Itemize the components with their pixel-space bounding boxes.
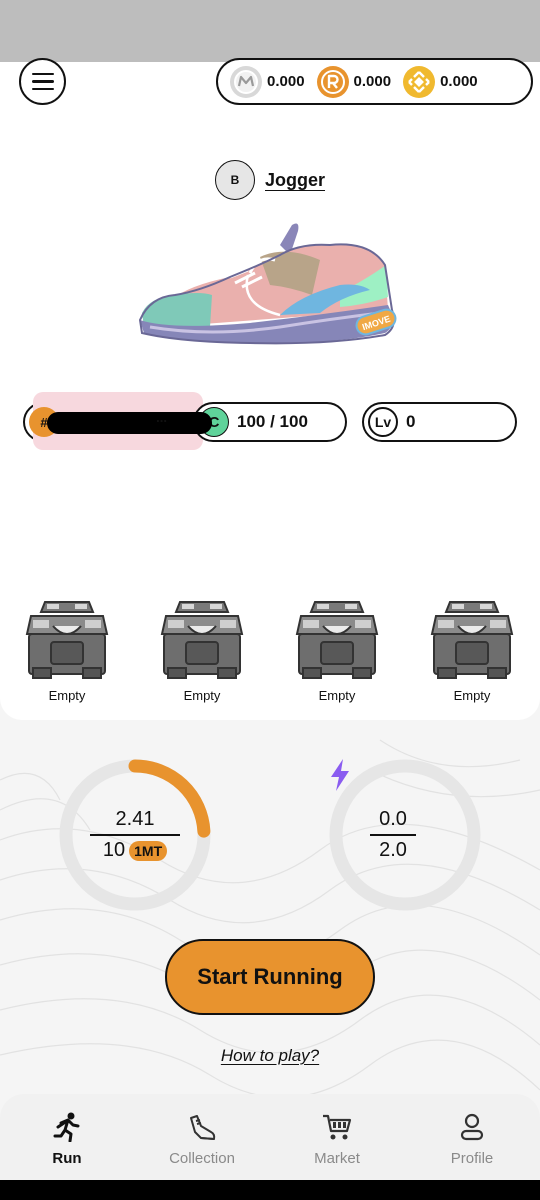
r-value: 0.000 [353,73,392,90]
menu-icon-line [31,72,54,76]
energy-bolt-icon [331,759,349,791]
wallet-balance[interactable]: 0.000 0.000 0.000 [216,58,533,105]
tab-market[interactable]: Market [287,1112,387,1168]
rarity-badge: B [215,160,255,200]
earnings-ring[interactable]: 2.41 10 1MT [59,759,211,911]
how-to-play-link[interactable]: How to play? [0,1046,540,1066]
menu-icon-line [31,87,54,91]
sneaker-id-pill[interactable]: # ... [23,392,212,450]
level-value: 0 [406,412,416,431]
bnb-coin-icon [403,65,436,98]
mystery-box-slot[interactable]: Empty [22,598,112,703]
cart-icon [323,1114,352,1140]
gmt-balance: 0.000 [230,65,305,98]
tab-collection[interactable]: Collection [152,1112,252,1168]
box-label: Empty [48,688,86,703]
token-badge: 1MT [129,840,168,861]
chest-icon [160,601,244,679]
redacted-id [47,412,212,434]
r-coin-icon [316,65,349,98]
earnings-divider [90,834,180,836]
sneaker-icon [190,1115,216,1140]
mystery-box-slot[interactable]: Empty [292,598,382,703]
gmt-value: 0.000 [267,73,305,90]
earnings-current: 2.41 [115,808,155,830]
sneaker-header: B Jogger [215,160,325,200]
start-running-button[interactable]: Start Running [165,939,375,1015]
level-pill[interactable]: Lv 0 [362,402,517,442]
id-ellipsis: ... [156,410,167,425]
energy-current: 0.0 [379,808,407,830]
chest-icon [430,601,514,679]
bnb-balance: 0.000 [403,65,478,98]
menu-button[interactable] [19,58,66,105]
earnings-cap: 10 1MT [102,839,168,862]
tab-run[interactable]: Run [17,1112,117,1168]
earnings-readout: 2.41 10 1MT [59,759,211,911]
mystery-box-slot[interactable]: Empty [157,598,247,703]
earnings-max: 10 [102,839,126,861]
comfort-pill[interactable]: C 100 / 100 [193,402,347,442]
energy-readout: 0.0 2.0 [329,759,481,911]
comfort-value: 100 / 100 [237,412,308,431]
energy-ring[interactable]: 0.0 2.0 [329,759,481,911]
chest-icon [295,601,379,679]
profile-icon [460,1113,484,1141]
energy-divider [370,834,416,836]
energy-max: 2.0 [379,839,407,861]
box-label: Empty [318,688,356,703]
tab-run-label: Run [52,1150,82,1167]
status-bar [0,0,540,62]
box-label: Empty [183,688,221,703]
box-label: Empty [453,688,491,703]
mystery-box-slot[interactable]: Empty [427,598,517,703]
sneaker-type[interactable]: Jogger [265,170,325,191]
level-icon: Lv [368,407,398,437]
run-icon [53,1112,80,1142]
r-balance: 0.000 [316,65,392,98]
tab-profile-label: Profile [450,1150,494,1167]
bottom-tab-bar: Run Collection Market Profile [0,1094,540,1180]
menu-icon-line [31,80,54,83]
gmt-coin-icon [230,65,262,98]
sneaker-image[interactable]: IMOVE [130,215,410,355]
chest-icon [25,601,109,679]
tab-market-label: Market [314,1150,360,1167]
bnb-value: 0.000 [440,73,478,90]
tab-profile[interactable]: Profile [422,1112,522,1168]
system-nav-bar [0,1180,540,1200]
tab-collection-label: Collection [169,1150,235,1167]
